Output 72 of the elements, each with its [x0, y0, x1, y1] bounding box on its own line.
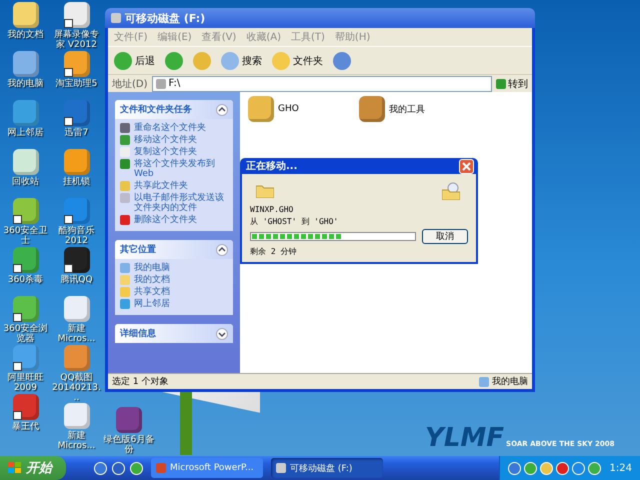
desktop-icon-label[interactable]: QQ截图 20140213... [51, 373, 102, 403]
status-text: 选定 1 个对象 [112, 376, 168, 388]
desktop-icon-label[interactable]: 网上邻居 [0, 128, 51, 138]
menu-item[interactable]: 文件(F) [114, 30, 148, 44]
task-link[interactable]: 重命名这个文件夹 [120, 123, 228, 133]
desktop-icon-label[interactable]: 屏幕录像专家 V2012 [51, 30, 102, 50]
task-link[interactable]: 移动这个文件夹 [120, 135, 228, 145]
window-title: 可移动磁盘 (F:) [125, 10, 206, 26]
desktop-icon-label[interactable]: 新建 Micros... [51, 324, 102, 344]
close-button[interactable] [459, 158, 474, 174]
start-button[interactable]: 开始 [0, 456, 66, 480]
desktop-icon-label[interactable]: 酷狗音乐2012 [51, 226, 102, 246]
tray-icon[interactable] [556, 462, 569, 474]
move-route: 从 'GHOST' 到 'GHO' [250, 216, 340, 227]
windows-logo-icon [8, 462, 22, 474]
desktop-icon-label[interactable]: 淘宝助理5 [51, 79, 102, 89]
status-location: 我的电脑 [479, 375, 528, 388]
menu-item[interactable]: 工具(T) [291, 30, 325, 44]
taskbar-button[interactable]: Microsoft PowerP... [151, 458, 263, 478]
desktop-icon-label[interactable]: 暴王代 [0, 422, 51, 432]
clock: 1:24 [610, 462, 632, 474]
task-link[interactable]: 共享文档 [120, 287, 228, 297]
tray-icon[interactable] [572, 462, 585, 474]
desktop-icon-label[interactable]: 新建 Micros... [51, 431, 102, 451]
folders-button[interactable]: 文件夹 [270, 48, 325, 72]
collapse-button[interactable] [216, 104, 228, 116]
file-item[interactable]: GHO [248, 96, 299, 122]
task-link[interactable]: 网上邻居 [120, 299, 228, 309]
dialog-title: 正在移动... [246, 160, 298, 173]
desktop-icon-label[interactable]: 回收站 [0, 177, 51, 187]
tray-icon[interactable] [588, 462, 601, 474]
menu-item[interactable]: 收藏(A) [246, 30, 281, 44]
address-field[interactable]: F:\ [152, 76, 492, 92]
time-remaining: 剩余 2 分钟 [250, 246, 298, 257]
desktop-icon-label[interactable]: 绿色版6月备份 [102, 435, 156, 455]
address-label: 地址(D) [112, 78, 148, 90]
file-item[interactable]: 我的工具 [358, 96, 425, 122]
task-link[interactable]: 将这个文件夹发布到 Web [120, 159, 228, 179]
menu-item[interactable]: 查看(V) [202, 30, 236, 44]
desktop-icon-label[interactable]: 360安全卫士 [0, 226, 51, 246]
back-button[interactable]: 后退 [112, 48, 157, 72]
task-link[interactable]: 共享此文件夹 [120, 181, 228, 191]
taskbar-button[interactable]: 可移动磁盘 (F:) [271, 458, 383, 478]
file-name: WINXP.GHO [250, 205, 294, 214]
collapse-button[interactable] [216, 244, 228, 256]
chevron-up-icon [218, 246, 226, 254]
tray-icon[interactable] [508, 462, 521, 474]
task-link[interactable]: 我的文档 [120, 275, 228, 285]
desktop-icon-label[interactable]: 360杀毒 [0, 275, 51, 285]
logo-mark: YLMF [425, 425, 504, 451]
desktop-icon-label[interactable]: 我的文档 [0, 30, 51, 40]
chevron-up-icon [218, 106, 226, 114]
tray-icon[interactable] [524, 462, 537, 474]
menu-item[interactable]: 帮助(H) [334, 30, 370, 44]
task-link[interactable]: 我的电脑 [120, 263, 228, 273]
task-link[interactable]: 删除这个文件夹 [120, 215, 228, 225]
search-button[interactable]: 搜索 [219, 48, 264, 72]
menu-item[interactable]: 编辑(E) [158, 30, 192, 44]
desktop-icon-label[interactable]: 迅雷7 [51, 128, 102, 138]
desktop-icon-label[interactable]: 挂机锁 [51, 177, 102, 187]
close-icon [462, 162, 471, 170]
cancel-button[interactable]: 取消 [422, 229, 468, 244]
desktop-icon-label[interactable]: 阿里旺旺2009 [0, 373, 51, 393]
desktop-icon-label[interactable]: 360安全浏览器 [0, 324, 51, 344]
desktop-icon-label[interactable]: 我的电脑 [0, 79, 51, 89]
desktop-icon-label[interactable]: 腾讯QQ [51, 275, 102, 285]
go-button[interactable]: 转到 [496, 76, 528, 90]
expand-button[interactable] [216, 328, 228, 340]
tray-icon[interactable] [540, 462, 553, 474]
task-link[interactable]: 以电子邮件形式发送该文件夹内的文件 [120, 193, 228, 213]
chevron-down-icon [218, 330, 226, 338]
task-link[interactable]: 复制这个文件夹 [120, 147, 228, 157]
